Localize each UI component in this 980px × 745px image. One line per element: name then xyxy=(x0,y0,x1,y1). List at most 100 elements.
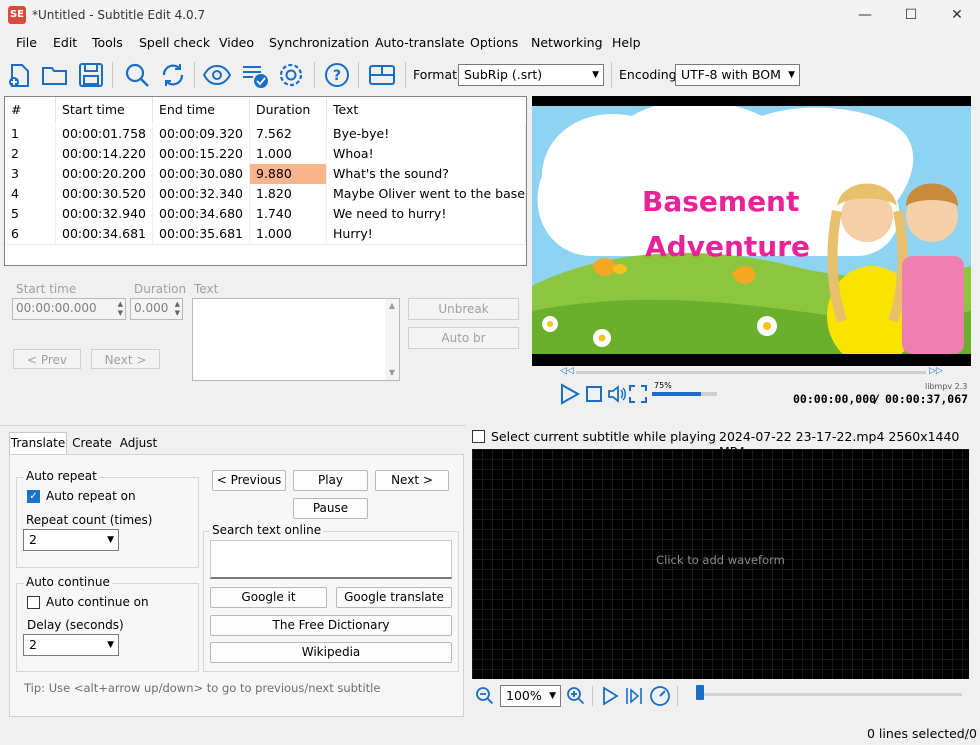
open-folder-icon[interactable] xyxy=(40,60,70,90)
table-row[interactable]: 6 00:00:34.681 00:00:35.681 1.000 Hurry! xyxy=(5,224,526,244)
zoom-select[interactable]: 100% ▼ xyxy=(500,685,561,707)
menu-auto-translate[interactable]: Auto-translate xyxy=(375,35,465,50)
menu-edit[interactable]: Edit xyxy=(53,35,77,50)
table-row[interactable]: 1 00:00:01.758 00:00:09.320 7.562 Bye-bye! xyxy=(5,124,526,144)
google-translate-button[interactable]: Google translate xyxy=(336,587,452,608)
menu-file[interactable]: File xyxy=(16,35,37,50)
waveform-position-slider[interactable] xyxy=(700,693,962,696)
auto-repeat-checkbox[interactable]: ✓ xyxy=(27,490,40,503)
visual-sync-icon[interactable] xyxy=(202,60,232,90)
volume-slider[interactable] xyxy=(652,392,717,396)
column-header-duration[interactable]: Duration xyxy=(250,97,327,123)
search-text-input[interactable] xyxy=(210,540,452,579)
current-position: 00:00:00,000 xyxy=(793,392,877,406)
menu-help[interactable]: Help xyxy=(612,35,641,50)
find-icon[interactable] xyxy=(122,60,152,90)
cell-end: 00:00:30.080 xyxy=(153,164,250,184)
wikipedia-button[interactable]: Wikipedia xyxy=(210,642,452,663)
menu-synchronization[interactable]: Synchronization xyxy=(269,35,369,50)
unbreak-button[interactable]: Unbreak xyxy=(408,298,519,320)
menu-tools[interactable]: Tools xyxy=(92,35,123,50)
play-selection-icon[interactable] xyxy=(624,686,644,706)
save-icon[interactable] xyxy=(76,60,106,90)
table-row[interactable]: 2 00:00:14.220 00:00:15.220 1.000 Whoa! xyxy=(5,144,526,164)
delay-select[interactable]: 2 ▼ xyxy=(23,634,119,656)
zoom-in-icon[interactable] xyxy=(566,686,586,706)
encoding-select[interactable]: UTF-8 with BOM ▼ xyxy=(675,64,800,86)
tab-create[interactable]: Create xyxy=(70,435,114,454)
chevron-down-icon: ▼ xyxy=(592,70,599,80)
subtitle-text-area[interactable]: ▲ ▼ xyxy=(192,298,400,381)
pause-button[interactable]: Pause xyxy=(293,498,368,519)
waveform-panel[interactable]: Click to add waveform xyxy=(472,449,969,679)
playback-speed-icon[interactable] xyxy=(649,685,671,707)
previous-button[interactable]: < Previous xyxy=(212,470,286,491)
menu-options[interactable]: Options xyxy=(470,35,518,50)
next-button[interactable]: Next > xyxy=(91,349,160,369)
google-it-button[interactable]: Google it xyxy=(210,587,327,608)
maximize-button[interactable]: ☐ xyxy=(888,0,934,32)
cell-end: 00:00:32.340 xyxy=(153,184,250,204)
format-select[interactable]: SubRip (.srt) ▼ xyxy=(458,64,604,86)
prev-button[interactable]: < Prev xyxy=(13,349,81,369)
cell-duration: 9.880 xyxy=(250,164,327,184)
play-icon[interactable] xyxy=(557,382,581,406)
slider-thumb[interactable] xyxy=(696,685,704,700)
duration-input[interactable]: 0.000 ▲ ▼ xyxy=(130,298,183,320)
subtitle-grid[interactable]: # Start time End time Duration Text 1 00:… xyxy=(4,96,527,266)
cell-end: 00:00:15.220 xyxy=(153,144,250,164)
toolbar-separator xyxy=(314,62,315,88)
free-dictionary-button[interactable]: The Free Dictionary xyxy=(210,615,452,636)
tab-adjust[interactable]: Adjust xyxy=(116,435,161,454)
tip-text: Tip: Use <alt+arrow up/down> to go to pr… xyxy=(24,681,381,695)
spell-check-icon[interactable] xyxy=(240,60,270,90)
column-header-text[interactable]: Text xyxy=(327,97,526,123)
auto-br-button[interactable]: Auto br xyxy=(408,327,519,349)
menu-networking[interactable]: Networking xyxy=(531,35,603,50)
repeat-count-select[interactable]: 2 ▼ xyxy=(23,529,119,551)
auto-repeat-on-label: Auto repeat on xyxy=(46,489,136,503)
seek-bar[interactable] xyxy=(576,371,926,374)
toolbar-separator xyxy=(611,62,612,88)
select-current-checkbox[interactable] xyxy=(472,430,485,443)
resize-grip-icon[interactable]: ⋰ xyxy=(966,730,976,741)
waveform-placeholder[interactable]: Click to add waveform xyxy=(472,553,969,567)
seek-back-icon[interactable]: ◁◁ xyxy=(560,366,574,376)
cell-duration: 1.740 xyxy=(250,204,327,224)
next-subtitle-button[interactable]: Next > xyxy=(375,470,449,491)
start-time-input[interactable]: 00:00:00.000 ▲ ▼ xyxy=(12,298,126,320)
layout-icon[interactable] xyxy=(367,60,397,90)
cell-num: 6 xyxy=(5,224,56,244)
table-row[interactable]: 4 00:00:30.520 00:00:32.340 1.820 Maybe Oliv… xyxy=(5,184,526,204)
help-icon[interactable]: ? xyxy=(322,60,352,90)
table-row-empty[interactable] xyxy=(5,244,526,264)
repeat-count-label: Repeat count (times) xyxy=(26,513,153,527)
seek-forward-icon[interactable]: ▷▷ xyxy=(929,366,943,376)
close-button[interactable]: ✕ xyxy=(934,0,980,32)
auto-continue-checkbox[interactable] xyxy=(27,596,40,609)
total-duration: 00:00:37,067 xyxy=(885,392,969,406)
video-black-bar xyxy=(532,354,971,366)
new-file-icon[interactable] xyxy=(4,60,34,90)
tab-translate[interactable]: Translate xyxy=(9,432,67,454)
menu-video[interactable]: Video xyxy=(219,35,254,50)
scrollbar[interactable]: ▲ ▼ xyxy=(385,299,399,380)
stop-icon[interactable] xyxy=(585,385,603,403)
volume-icon[interactable] xyxy=(606,383,628,405)
minimize-button[interactable]: — xyxy=(842,0,888,32)
settings-icon[interactable] xyxy=(276,60,306,90)
waveform-play-icon[interactable] xyxy=(600,686,620,706)
zoom-out-icon[interactable] xyxy=(475,686,495,706)
spin-arrows-icon[interactable]: ▲ ▼ xyxy=(175,300,180,318)
play-button[interactable]: Play xyxy=(293,470,368,491)
table-row[interactable]: 3 00:00:20.200 00:00:30.080 9.880 What's the… xyxy=(5,164,526,184)
column-header-end-time[interactable]: End time xyxy=(153,97,250,123)
spin-arrows-icon[interactable]: ▲ ▼ xyxy=(118,300,123,318)
start-time-label: Start time xyxy=(16,282,77,296)
table-row[interactable]: 5 00:00:32.940 00:00:34.680 1.740 We need to… xyxy=(5,204,526,224)
column-header-start-time[interactable]: Start time xyxy=(56,97,153,123)
column-header-number[interactable]: # xyxy=(5,97,56,123)
menu-spell-check[interactable]: Spell check xyxy=(139,35,210,50)
replace-icon[interactable] xyxy=(158,60,188,90)
fullscreen-icon[interactable] xyxy=(628,384,648,404)
